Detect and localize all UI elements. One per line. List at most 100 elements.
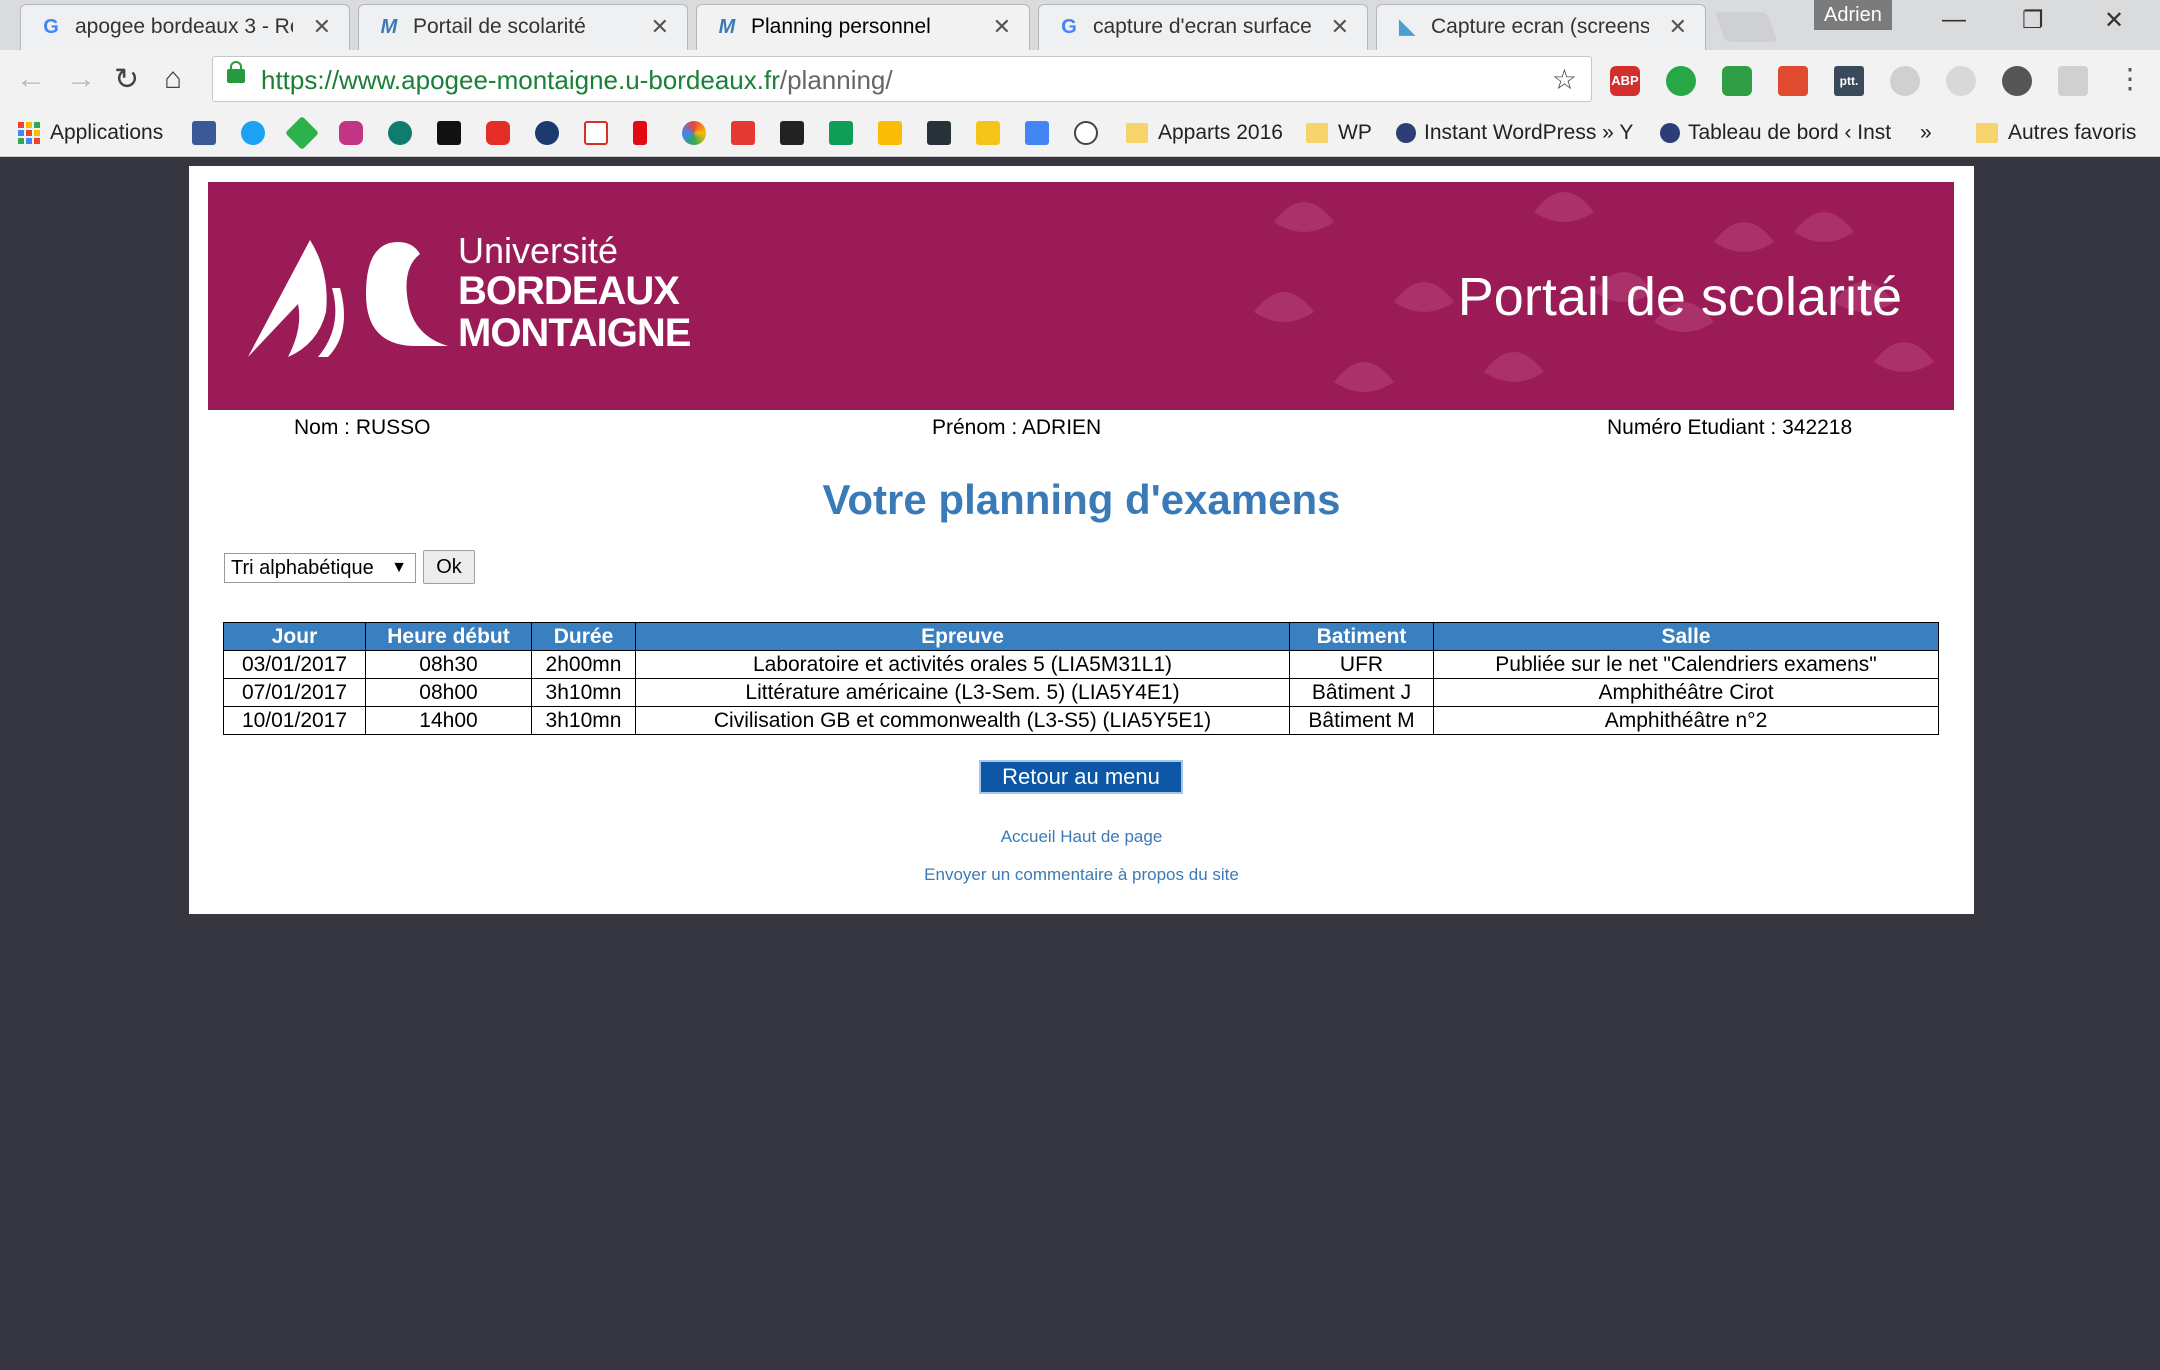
ok-button[interactable]: Ok	[423, 550, 475, 584]
reload-icon[interactable]: ↻	[114, 62, 139, 97]
minimize-icon[interactable]: —	[1942, 6, 1966, 34]
google-icon: G	[43, 16, 59, 38]
tab-title: Planning personnel	[751, 15, 931, 38]
column-header-duree: Durée	[531, 622, 636, 651]
zt-icon[interactable]	[780, 116, 812, 150]
netflix-icon[interactable]	[633, 116, 655, 150]
cell-heure: 08h00	[365, 678, 532, 707]
column-header-jour: Jour	[223, 622, 366, 651]
download-icon[interactable]	[731, 116, 763, 150]
cell-jour: 07/01/2017	[223, 678, 366, 707]
keep-icon[interactable]	[878, 116, 910, 150]
ptt-icon[interactable]: ptt.	[1834, 66, 1864, 96]
table-row: 03/01/2017 08h30 2h00mn Laboratoire et a…	[223, 650, 1939, 679]
cell-epreuve: Littérature américaine (L3-Sem. 5) (LIA5…	[635, 678, 1290, 707]
ghost-extension-icon[interactable]	[1946, 66, 1976, 96]
google-photos-icon[interactable]	[682, 116, 714, 150]
google-extension-icon[interactable]	[1778, 66, 1808, 96]
chart-icon[interactable]	[927, 116, 959, 150]
column-header-epreuve: Epreuve	[635, 622, 1290, 651]
css-extension-icon[interactable]	[2058, 66, 2088, 96]
folder-icon	[1976, 123, 1998, 144]
tab-title: Portail de scolarité	[413, 15, 586, 38]
evernote-icon[interactable]	[1666, 66, 1696, 96]
close-icon[interactable]: ✕	[1669, 14, 1687, 40]
folder-icon	[1126, 123, 1148, 144]
address-bar[interactable]: https://www.apogee-montaigne.u-bordeaux.…	[212, 56, 1592, 102]
extension-icon[interactable]	[1890, 66, 1920, 96]
tab-planning[interactable]: M Planning personnel ✕	[696, 4, 1030, 51]
tip-icon: ◣	[1399, 16, 1415, 38]
bookmarks-bar: Applications Apparts 2016 WP Instant Wor…	[0, 110, 2160, 157]
folder-icon	[1306, 123, 1328, 144]
calendar-icon[interactable]	[1025, 116, 1057, 150]
tab-portail[interactable]: M Portail de scolarité ✕	[358, 4, 688, 50]
browser-menu-icon[interactable]: ⋮	[2116, 62, 2144, 95]
bookmark-star-icon[interactable]: ☆	[1552, 63, 1577, 96]
facebook-icon[interactable]	[192, 116, 224, 150]
exam-table: Jour Heure début Durée Epreuve Batiment …	[223, 622, 1939, 735]
twitter-icon[interactable]	[241, 116, 273, 150]
forward-icon[interactable]: →	[66, 62, 96, 96]
instagram-icon[interactable]	[339, 116, 371, 150]
bookmarks-overflow-icon[interactable]: »	[1920, 116, 1932, 150]
close-icon[interactable]: ✕	[1331, 14, 1349, 40]
bookmark-folder-others[interactable]: Autres favoris	[1976, 116, 2136, 150]
cell-heure: 14h00	[365, 706, 532, 735]
back-to-menu-button[interactable]: Retour au menu	[979, 760, 1183, 794]
close-window-icon[interactable]: ✕	[2104, 6, 2124, 35]
portal-title: Portail de scolarité	[1457, 267, 1902, 327]
tab-strip: G apogee bordeaux 3 - Rec ✕ M Portail de…	[0, 0, 2160, 51]
bookmark-applications[interactable]: Applications	[18, 116, 163, 150]
montaigne-icon: M	[380, 16, 398, 38]
cell-duree: 2h00mn	[531, 650, 636, 679]
back-icon[interactable]: ←	[16, 62, 46, 96]
new-tab-button[interactable]	[1714, 12, 1778, 42]
bookmark-folder-wp[interactable]: WP	[1306, 116, 1372, 150]
tab-title: capture d'ecran surface 3	[1093, 15, 1311, 38]
footer-link-comment[interactable]: Envoyer un commentaire à propos du site	[189, 865, 1974, 885]
tab-apogee-search[interactable]: G apogee bordeaux 3 - Rec ✕	[20, 4, 350, 50]
bookmark-tableau[interactable]: Tableau de bord ‹ Inst	[1660, 116, 1891, 150]
cell-batiment: Bâtiment J	[1289, 678, 1434, 707]
url-text: https://www.apogee-montaigne.u-bordeaux.…	[261, 65, 893, 95]
tab-capture-ecran[interactable]: ◣ Capture ecran (screensho ✕	[1376, 4, 1706, 50]
university-name: Université BORDEAUX MONTAIGNE	[458, 230, 691, 355]
tab-title: Capture ecran (screensho	[1431, 15, 1649, 38]
footer-link-home[interactable]: Accueil Haut de page	[189, 827, 1974, 847]
squarespace-icon[interactable]	[437, 116, 469, 150]
lightbulb-icon[interactable]	[2002, 66, 2032, 96]
bookmark-instant-wordpress[interactable]: Instant WordPress » Y	[1396, 116, 1633, 150]
youtube-icon[interactable]	[486, 116, 518, 150]
feedly-icon[interactable]	[285, 116, 322, 151]
credit-agricole-icon[interactable]	[388, 116, 420, 150]
sort-select[interactable]: Tri alphabétique ▼	[224, 553, 416, 583]
cell-jour: 03/01/2017	[223, 650, 366, 679]
google-icon: G	[1061, 16, 1077, 38]
security-extension-icon[interactable]	[1722, 66, 1752, 96]
speedometer-icon[interactable]	[1074, 116, 1106, 150]
bookmark-folder-apparts[interactable]: Apparts 2016	[1126, 116, 1283, 150]
student-number: Numéro Etudiant : 342218	[1607, 416, 1853, 439]
browser-toolbar: ← → ↻ ⌂ https://www.apogee-montaigne.u-b…	[0, 50, 2160, 110]
411-icon[interactable]	[535, 116, 567, 150]
adblock-icon[interactable]: ABP	[1610, 66, 1640, 96]
tab-capture-search[interactable]: G capture d'ecran surface 3 ✕	[1038, 4, 1368, 50]
page-content: Université BORDEAUX MONTAIGNE Portail de…	[189, 166, 1974, 914]
restore-icon[interactable]: ❐	[2022, 6, 2044, 35]
close-icon[interactable]: ✕	[651, 14, 669, 40]
profile-button[interactable]: Adrien	[1814, 0, 1892, 30]
gmail-icon[interactable]	[584, 116, 616, 150]
close-icon[interactable]: ✕	[313, 14, 331, 40]
cell-salle: Publiée sur le net "Calendriers examens"	[1433, 650, 1939, 679]
imdb-icon[interactable]	[976, 116, 1008, 150]
page-title: Votre planning d'examens	[822, 476, 1341, 523]
cell-salle: Amphithéâtre Cirot	[1433, 678, 1939, 707]
home-icon[interactable]: ⌂	[164, 62, 182, 96]
close-icon[interactable]: ✕	[993, 14, 1011, 40]
university-logo	[248, 240, 448, 357]
column-header-batiment: Batiment	[1289, 622, 1434, 651]
column-header-salle: Salle	[1433, 622, 1939, 651]
sheets-icon[interactable]	[829, 116, 861, 150]
cell-heure: 08h30	[365, 650, 532, 679]
